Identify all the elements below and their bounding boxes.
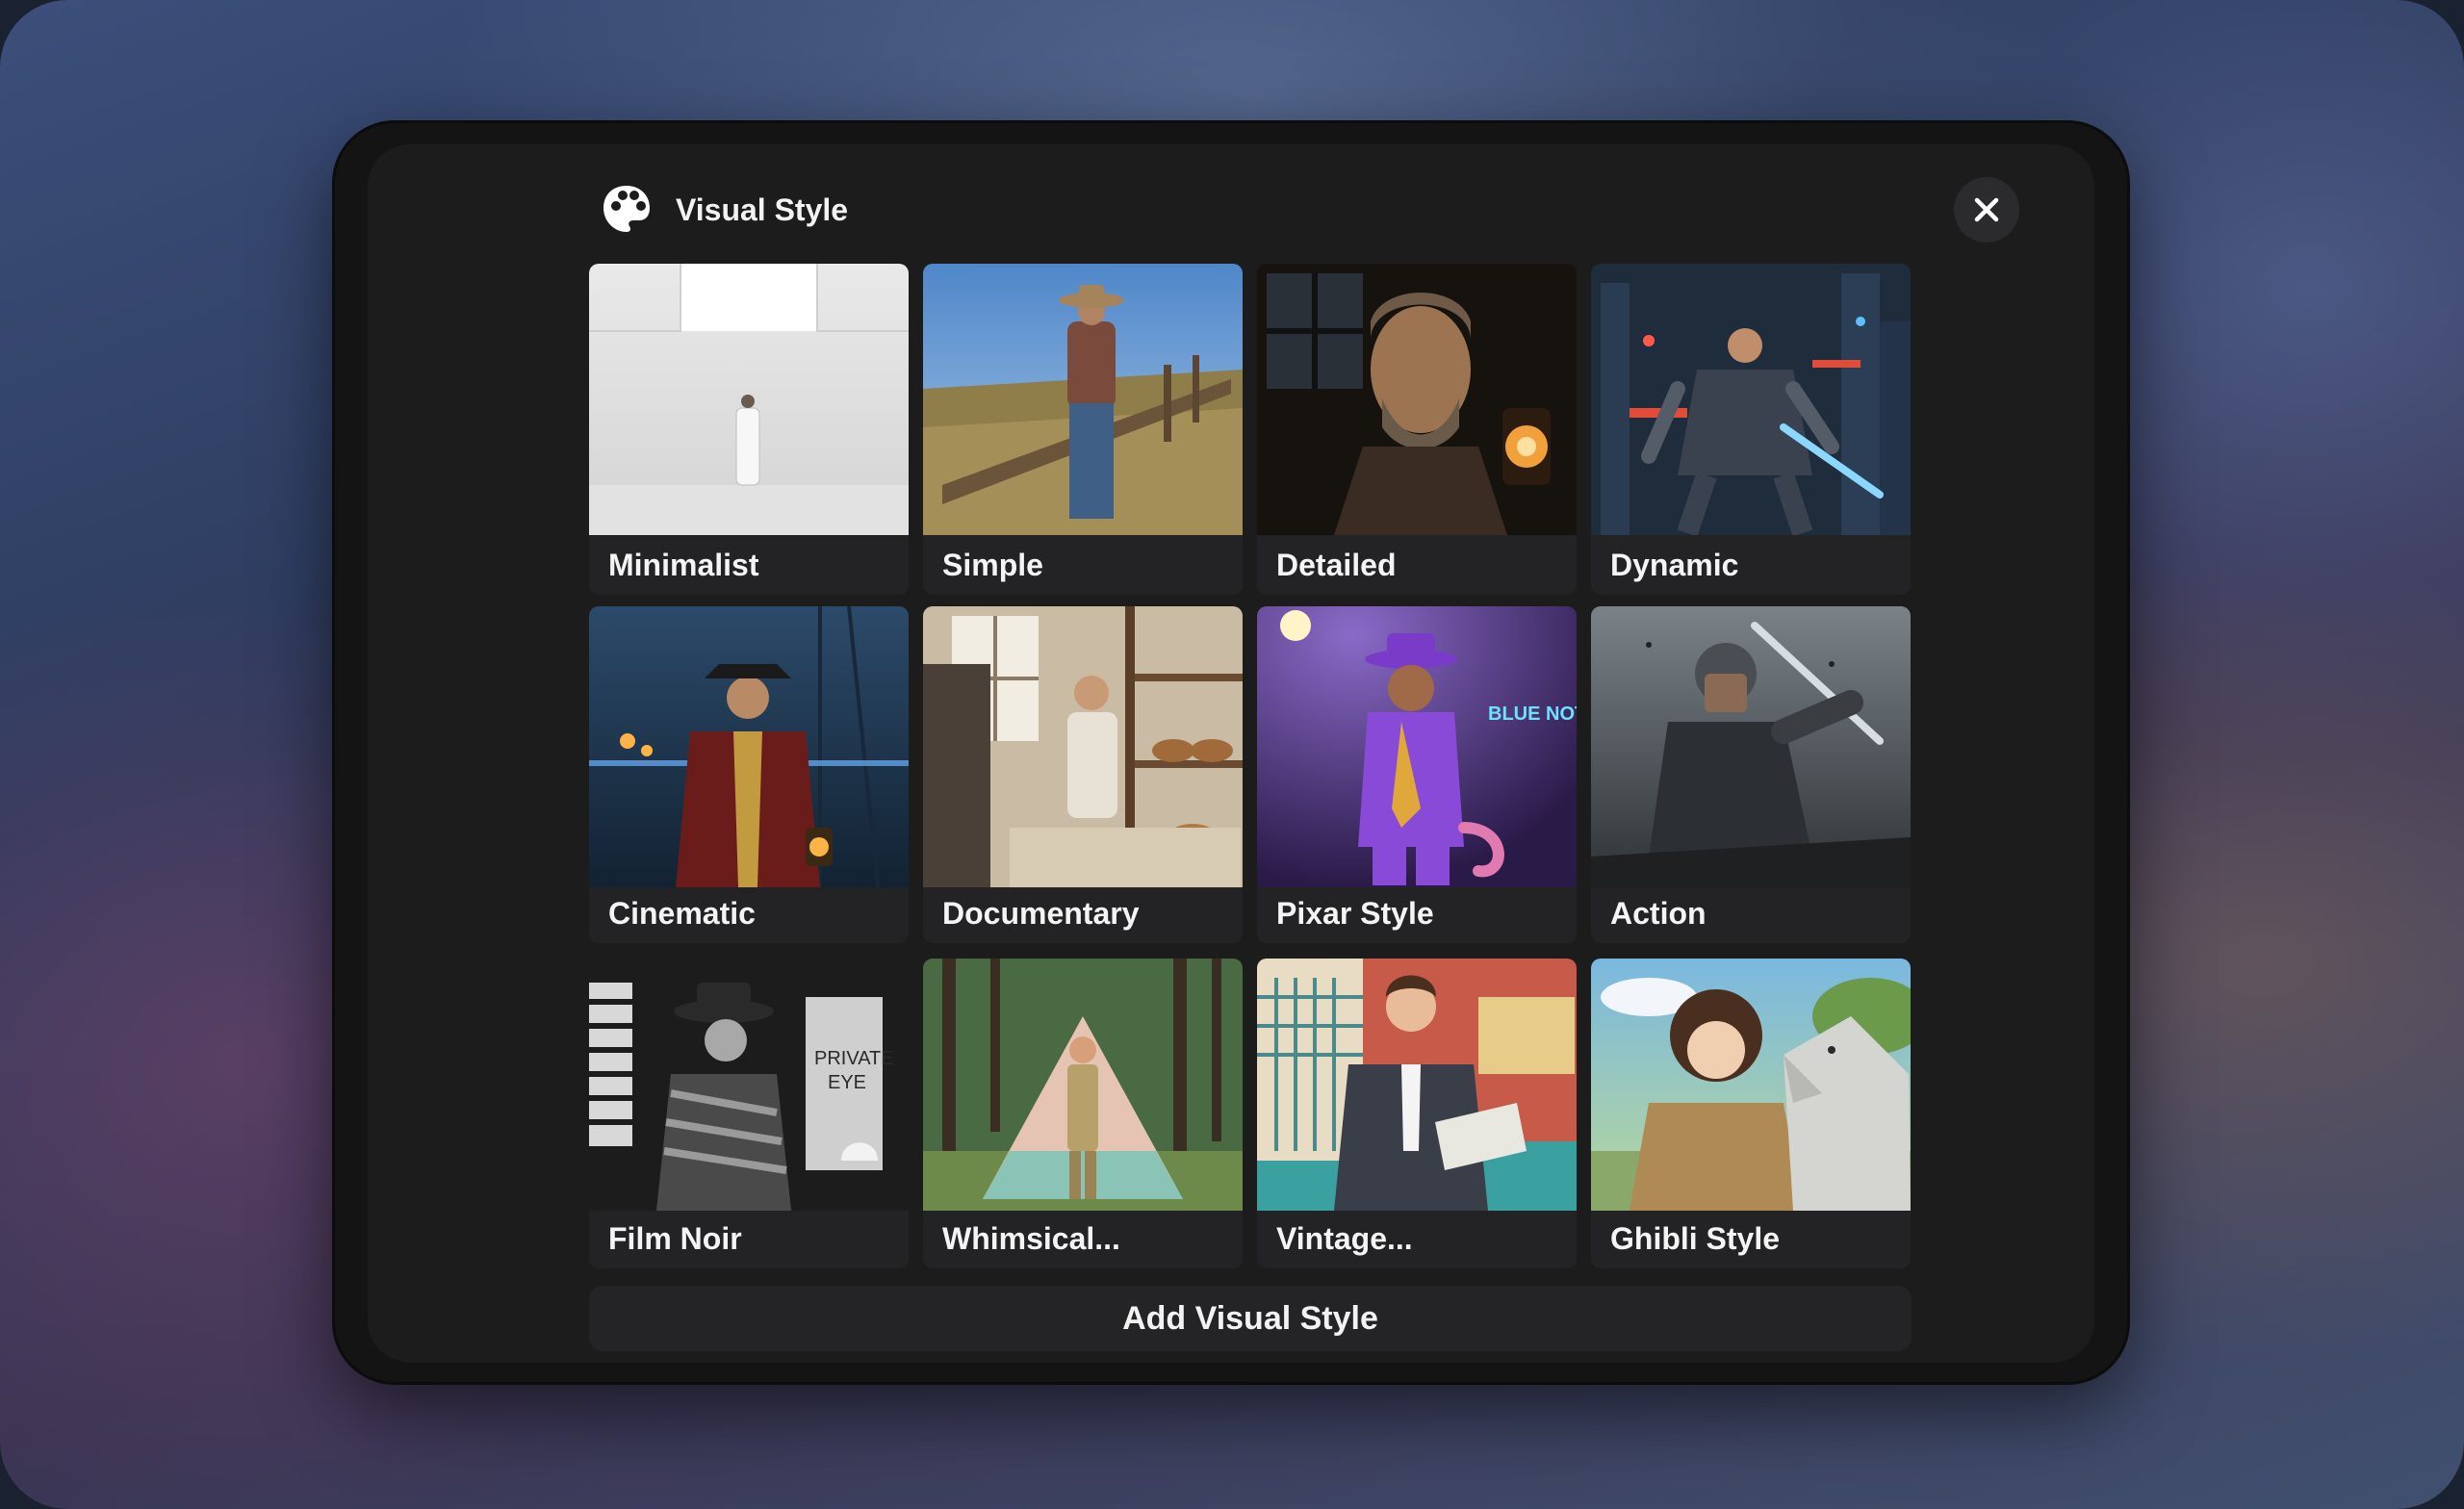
dialog-title: Visual Style bbox=[676, 192, 849, 227]
simple-thumbnail bbox=[923, 264, 1243, 535]
style-label: Simple bbox=[942, 548, 1043, 582]
cinematic-thumbnail bbox=[589, 606, 909, 887]
style-card-documentary[interactable]: Documentary bbox=[923, 606, 1243, 943]
style-card-vintage[interactable]: Vintage... bbox=[1257, 959, 1577, 1268]
style-label: Film Noir bbox=[608, 1221, 742, 1256]
style-card-pixar[interactable]: BLUE NOTE Pixar Style bbox=[1257, 606, 1577, 943]
style-card-whimsical[interactable]: Whimsical... bbox=[923, 959, 1243, 1268]
style-card-detailed[interactable]: Detailed bbox=[1257, 264, 1577, 595]
style-card-action[interactable]: Action bbox=[1591, 606, 1911, 943]
minimalist-thumbnail bbox=[589, 264, 909, 535]
vintage-thumbnail bbox=[1257, 959, 1577, 1211]
close-icon bbox=[1974, 197, 1999, 222]
noir-sign-line1: PRIVATE bbox=[814, 1048, 894, 1069]
noir-sign-line2: EYE bbox=[828, 1072, 866, 1093]
detailed-thumbnail bbox=[1257, 264, 1577, 535]
style-card-ghibli[interactable]: Ghibli Style bbox=[1591, 959, 1911, 1268]
action-thumbnail bbox=[1591, 606, 1911, 887]
film-noir-thumbnail: PRIVATE EYE bbox=[589, 959, 909, 1211]
style-card-minimalist[interactable]: Minimalist bbox=[589, 264, 909, 595]
ghibli-thumbnail bbox=[1591, 959, 1911, 1211]
style-label: Vintage... bbox=[1276, 1221, 1413, 1256]
style-label: Minimalist bbox=[608, 548, 759, 582]
add-visual-style-button[interactable]: Add Visual Style bbox=[589, 1286, 1912, 1351]
style-label: Documentary bbox=[942, 896, 1140, 931]
style-label: Pixar Style bbox=[1276, 896, 1434, 931]
pixar-thumbnail: BLUE NOTE bbox=[1257, 606, 1577, 887]
style-label: Dynamic bbox=[1610, 548, 1739, 582]
style-label: Cinematic bbox=[608, 896, 756, 931]
dynamic-thumbnail bbox=[1591, 264, 1911, 535]
style-card-cinematic[interactable]: Cinematic bbox=[589, 606, 909, 943]
palette-icon bbox=[601, 183, 653, 235]
style-card-dynamic[interactable]: Dynamic bbox=[1591, 264, 1911, 595]
close-button[interactable] bbox=[1954, 177, 2019, 243]
style-label: Detailed bbox=[1276, 548, 1397, 582]
pixar-sign-text: BLUE NOTE bbox=[1488, 703, 1577, 725]
documentary-thumbnail bbox=[923, 606, 1243, 887]
style-label: Whimsical... bbox=[942, 1221, 1120, 1256]
whimsical-thumbnail bbox=[923, 959, 1243, 1211]
style-card-simple[interactable]: Simple bbox=[923, 264, 1243, 595]
style-label: Ghibli Style bbox=[1610, 1221, 1781, 1256]
style-card-film-noir[interactable]: PRIVATE EYE Film Noir bbox=[589, 959, 909, 1268]
style-label: Action bbox=[1610, 896, 1707, 931]
